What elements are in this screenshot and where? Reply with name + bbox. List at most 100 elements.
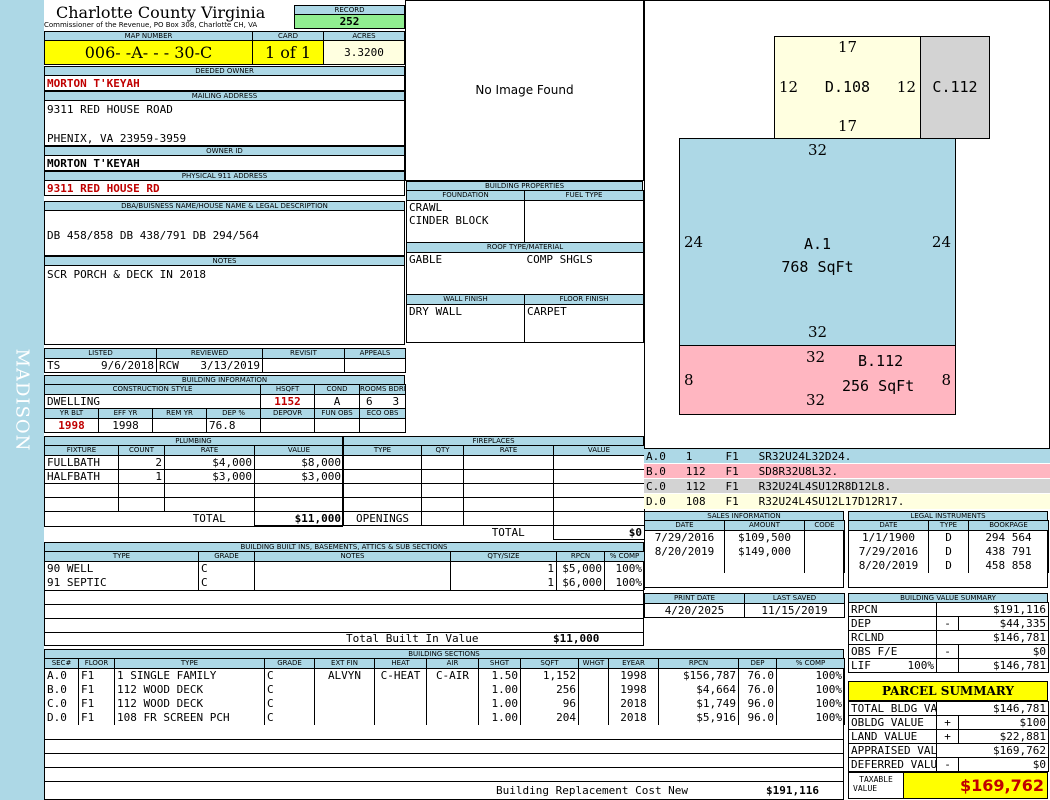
- listed-value: TS 9/6/2018: [44, 358, 157, 373]
- summary-value: $44,335: [958, 616, 1049, 631]
- section-heat: [374, 710, 427, 725]
- last-saved-value: 11/15/2019: [744, 603, 845, 618]
- sections-header-comp: % COMP: [776, 658, 845, 669]
- instrument-date: 7/29/2016: [848, 544, 929, 559]
- section-sqft: 96: [520, 696, 579, 711]
- builtins-header-notes: NOTES: [254, 551, 451, 562]
- summary-sign: [936, 630, 959, 645]
- table-row: 7/29/2016 $109,500: [644, 530, 845, 545]
- fireplaces-total-label: TOTAL: [491, 526, 525, 540]
- parcel-value: $169,762: [958, 743, 1049, 758]
- section-type: 1 SINGLE FAMILY: [114, 668, 265, 683]
- effyr-label: EFF YR: [98, 408, 153, 419]
- sections-header-floor: FLOOR: [78, 658, 115, 669]
- fireplaces-total-value: $0: [553, 525, 645, 540]
- table-row: LAND VALUE + $22,881: [848, 729, 1049, 744]
- summary-value: $0: [958, 644, 1049, 659]
- summary-label: RCLND: [848, 630, 937, 645]
- floor-finish-label: FLOOR FINISH: [524, 294, 644, 305]
- sketch-a-sqft: 768 SqFt: [781, 258, 854, 276]
- summary-sign: -: [936, 644, 959, 659]
- instrument-type: D: [928, 558, 969, 573]
- table-row: 1/1/1900 D 294 564: [848, 530, 1049, 545]
- legal-description-text: DB 458/858 DB 438/791 DB 294/564: [47, 229, 259, 242]
- section-whgt: [578, 696, 609, 711]
- section-floor: F1: [78, 710, 115, 725]
- section-whgt: [578, 710, 609, 725]
- replacement-cost-value: $191,116: [766, 784, 819, 797]
- sketch-b-sqft: 256 SqFt: [842, 377, 915, 395]
- section-floor: F1: [78, 696, 115, 711]
- fuel-type-value: [524, 200, 644, 243]
- dep-label: DEP %: [205, 408, 262, 419]
- parcel-value: $100: [958, 715, 1049, 730]
- wall-finish-value: DRY WALL: [406, 304, 525, 343]
- sections-header-heat: HEAT: [374, 658, 427, 669]
- instruments-header-bookpage: BOOKPAGE: [968, 520, 1049, 531]
- revisit-value: [262, 358, 345, 373]
- sale-date: 7/29/2016: [644, 530, 725, 545]
- table-row: FULLBATH 2 $4,000 $8,000: [44, 455, 344, 470]
- section-eyear: 1998: [608, 668, 659, 683]
- sections-header-sqft: SQFT: [520, 658, 579, 669]
- parcel-value: $22,881: [958, 729, 1049, 744]
- sketch-area-a: 32 32 24 24 A.1 768 SqFt: [679, 138, 956, 346]
- property-image: No Image Found: [405, 0, 644, 181]
- builtin-notes: [254, 575, 451, 590]
- fireplaces-header-qty: QTY: [421, 445, 464, 456]
- section-dep: 96.0: [738, 710, 777, 725]
- builtin-type: 90 WELL: [44, 561, 199, 576]
- map-number-label: MAP NUMBER: [44, 31, 253, 40]
- section-comp: 100%: [776, 696, 845, 711]
- table-row: C.0 F1 112 WOOD DECK C 1.00 96 2018 $1,749 96.0 1…: [44, 696, 845, 711]
- sales-header-code: CODE: [804, 520, 845, 531]
- table-row: D.0 F1 108 FR SCREEN PCH C 1.00 204 2018 $5,916…: [44, 710, 845, 725]
- section-shgt: 1.00: [478, 682, 521, 697]
- foundation-label: FOUNDATION: [406, 190, 525, 201]
- section-extfin: [314, 696, 375, 711]
- section-comp: 100%: [776, 682, 845, 697]
- section-dep: 96.0: [738, 696, 777, 711]
- sketch-legend: A.0 1 F1 SR32U24L32D24. B.0 112 F1 SD8R3…: [644, 449, 1050, 509]
- parcel-summary-table: TOTAL BLDG VALUE $146,781 OBLDG VALUE+$10…: [848, 701, 1049, 772]
- parcel-label: DEFERRED VALUE: [848, 757, 937, 772]
- instruments-header-type: TYPE: [928, 520, 969, 531]
- builtin-notes: [254, 561, 451, 576]
- plumbing-value: $3,000: [254, 469, 344, 484]
- builtins-header-type: TYPE: [44, 551, 199, 562]
- section-extfin: [314, 682, 375, 697]
- section-air: [426, 682, 479, 697]
- listed-date: 9/6/2018: [101, 359, 154, 372]
- section-sqft: 256: [520, 682, 579, 697]
- building-info-title: BUILDING INFORMATION: [44, 375, 405, 384]
- roof-value-2: COMP SHGLS: [524, 252, 644, 295]
- remyr-value: [152, 418, 207, 433]
- plumbing-title: PLUMBING: [44, 436, 343, 445]
- rooms-value: 6: [365, 395, 373, 408]
- floor-finish-value: CARPET: [524, 304, 644, 343]
- builtin-comp: 100%: [604, 561, 645, 576]
- table-row: RPCN $191,116: [848, 602, 1049, 617]
- plumbing-table: FIXTURE COUNT RATE VALUE FULLBATH 2 $4,000 $8,…: [44, 445, 344, 526]
- value-summary-title: BUILDING VALUE SUMMARY: [848, 593, 1048, 602]
- plumbing-header-rate: RATE: [164, 445, 255, 456]
- parcel-sign: [936, 701, 959, 716]
- construction-style-label: CONSTRUCTION STYLE: [43, 384, 262, 395]
- fireplaces-header-value: VALUE: [553, 445, 645, 456]
- sections-header-extfin: EXT FIN: [314, 658, 375, 669]
- building-properties-title: BUILDING PROPERTIES: [406, 181, 643, 190]
- parcel-sign: [936, 743, 959, 758]
- table-row: 7/29/2016 D 438 791: [848, 544, 1049, 559]
- section-shgt: 1.00: [478, 696, 521, 711]
- legal-description-value: DB 458/858 DB 438/791 DB 294/564: [44, 210, 405, 256]
- plumbing-fixture: FULLBATH: [44, 455, 119, 470]
- foundation-value: CRAWL CINDER BLOCK: [406, 200, 525, 243]
- section-whgt: [578, 668, 609, 683]
- sales-header-amount: AMOUNT: [724, 520, 805, 531]
- taxable-value: $169,762: [903, 772, 1048, 799]
- county-title: Charlotte County Virginia: [56, 3, 266, 22]
- legend-row-a: A.0 1 F1 SR32U24L32D24.: [644, 449, 1050, 464]
- section-shgt: 1.50: [478, 668, 521, 683]
- builtin-type: 91 SEPTIC: [44, 575, 199, 590]
- card-label: CARD: [252, 31, 324, 40]
